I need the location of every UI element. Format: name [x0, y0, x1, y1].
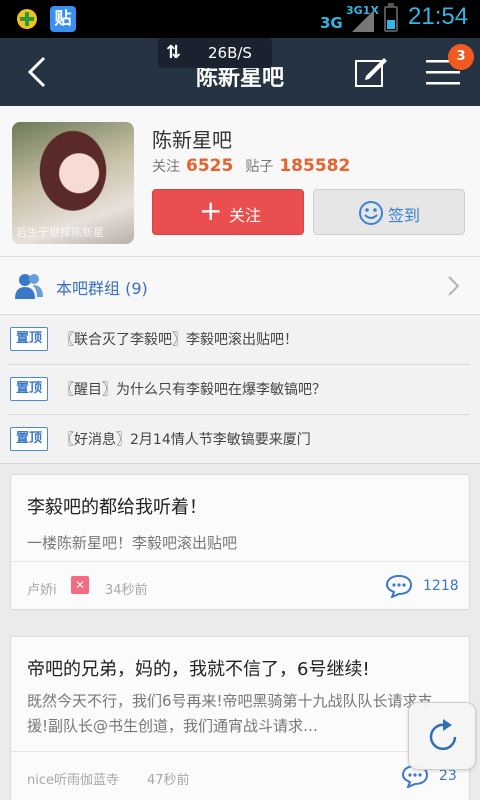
- follow-button[interactable]: + 关注: [152, 189, 304, 235]
- sign-in-button[interactable]: 签到: [313, 189, 465, 235]
- compose-icon[interactable]: [354, 56, 388, 88]
- pinned-thread[interactable]: 置顶 〖好消息〗2月14情人节李敏镐要来厦门: [0, 415, 480, 465]
- refresh-button[interactable]: [408, 702, 476, 770]
- thread-author[interactable]: 卢娇i: [27, 579, 57, 598]
- post-count-label: 贴子: [245, 159, 274, 175]
- tieba-notification-icon: 贴: [50, 6, 76, 32]
- thread-title: 帝吧的兄弟，妈的，我就不信了，6号继续!: [27, 659, 370, 680]
- pinned-thread-title: 〖联合灭了李毅吧〗李毅吧滚出贴吧！: [60, 332, 298, 348]
- pinned-tag: 置顶: [10, 327, 48, 351]
- traffic-overlay: ⇅ 26B/S: [158, 38, 272, 68]
- post-count: 185582: [279, 156, 351, 176]
- refresh-icon: [429, 719, 457, 751]
- thread-footer: nice听雨伽蓝寺 47秒前 23: [11, 751, 469, 799]
- plus-icon: +: [199, 194, 223, 227]
- thread-card[interactable]: 李毅吧的都给我听着！ 一楼陈新星吧！李毅吧滚出贴吧 卢娇i ✕ 34秒前 121…: [10, 474, 470, 610]
- thread-title: 李毅吧的都给我听着！: [27, 497, 207, 518]
- app-notification-icon: [17, 9, 37, 29]
- signal-icon: [352, 10, 374, 32]
- pinned-thread-title: 〖好消息〗2月14情人节李敏镐要来厦门: [60, 432, 311, 448]
- sign-in-button-label: 签到: [388, 206, 421, 225]
- message-count-badge[interactable]: 3: [448, 44, 474, 70]
- thread-excerpt: 既然今天不行，我们6号再来!帝吧黑骑第十九战队队长请求支援!副队长@书生创道，我…: [27, 692, 433, 735]
- pinned-tag: 置顶: [10, 377, 48, 401]
- clock: 21:54: [408, 3, 469, 30]
- comment-count: 23: [439, 768, 457, 784]
- battery-icon: [384, 3, 398, 32]
- thread-author[interactable]: nice听雨伽蓝寺: [27, 769, 119, 788]
- thread-time: 47秒前: [147, 773, 190, 788]
- pinned-thread[interactable]: 置顶 〖醒目〗为什么只有李毅吧在爆李敏镐吧？: [0, 365, 480, 415]
- pinned-threads: 置顶 〖联合灭了李毅吧〗李毅吧滚出贴吧！ 置顶 〖醒目〗为什么只有李毅吧在爆李敏…: [0, 314, 480, 464]
- forum-header: 若生于世择陈新星 陈新星吧 关注 6525 贴子 185582 + 关注 签到 本吧群…: [0, 106, 480, 314]
- group-icon: [15, 274, 43, 299]
- follow-count-label: 关注: [152, 159, 180, 175]
- transfer-arrows-icon: ⇅: [166, 42, 182, 63]
- thread-card[interactable]: 帝吧的兄弟，妈的，我就不信了，6号继续! 既然今天不行，我们6号再来!帝吧黑骑第…: [10, 636, 470, 800]
- thread-footer: 卢娇i ✕ 34秒前 1218: [11, 561, 469, 609]
- status-bar: 贴 3G1X 3G 21:54: [0, 0, 480, 38]
- traffic-speed: 26B/S: [208, 44, 252, 62]
- thread-time: 34秒前: [105, 583, 148, 598]
- forum-name: 陈新星吧: [152, 128, 232, 152]
- pinned-tag: 置顶: [10, 427, 48, 451]
- chevron-right-icon: [448, 276, 460, 296]
- comment-count: 1218: [423, 578, 459, 594]
- pinned-thread-title: 〖醒目〗为什么只有李毅吧在爆李敏镐吧？: [60, 382, 326, 398]
- comment-icon: [385, 574, 413, 598]
- smile-icon: [359, 201, 383, 225]
- avatar-watermark: 若生于世择陈新星: [16, 226, 104, 239]
- pinned-thread[interactable]: 置顶 〖联合灭了李毅吧〗李毅吧滚出贴吧！: [0, 315, 480, 365]
- forum-groups-row[interactable]: 本吧群组 (9): [0, 256, 480, 314]
- nav-bar: 陈新星吧 ⇅ 26B/S 3: [0, 38, 480, 106]
- forum-avatar[interactable]: 若生于世择陈新星: [12, 122, 134, 244]
- forum-groups-label: 本吧群组 (9): [56, 279, 148, 298]
- follow-button-label: 关注: [229, 206, 262, 225]
- forum-stats: 关注 6525 贴子 185582: [152, 156, 362, 176]
- thread-excerpt: 一楼陈新星吧！李毅吧滚出贴吧: [27, 534, 238, 552]
- follow-count: 6525: [186, 156, 234, 176]
- user-level-icon: ✕: [71, 576, 89, 594]
